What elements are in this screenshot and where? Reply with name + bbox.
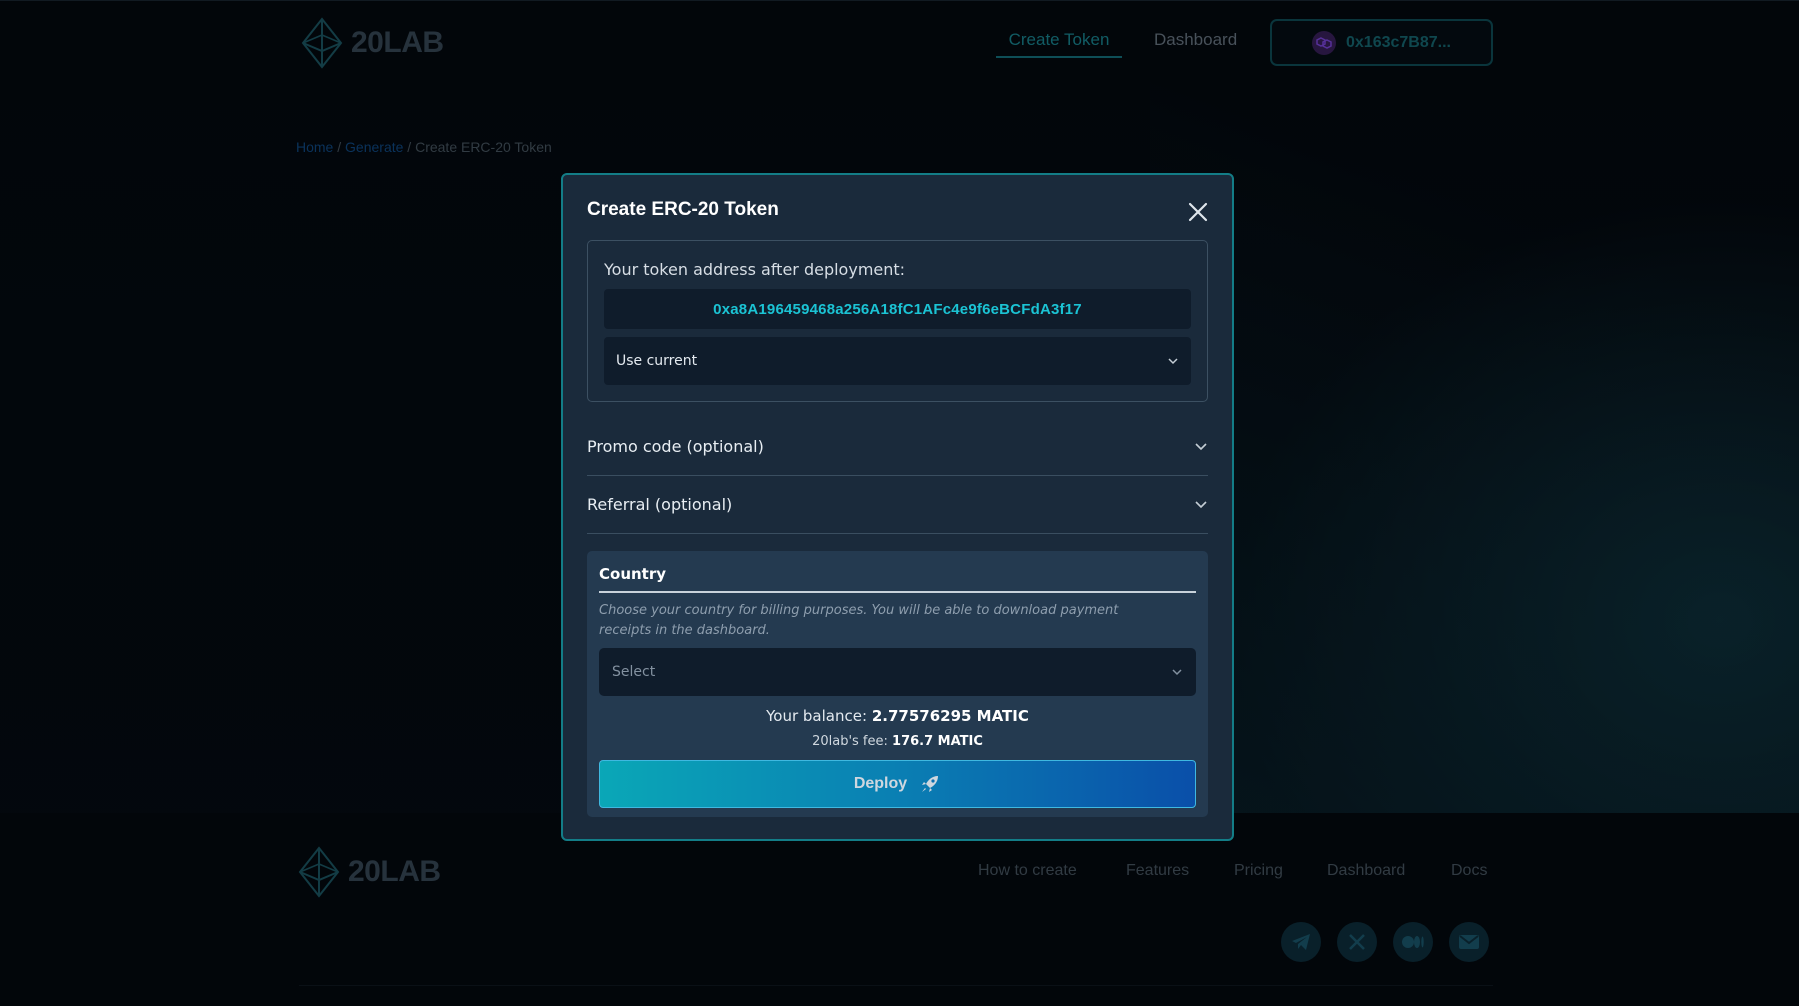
fee-value: 176.7 MATIC [892,734,983,749]
token-address-value: 0xa8A196459468a256A18fC1AFc4e9f6eBCFdA3f… [604,289,1191,329]
rocket-icon [922,776,939,792]
chevron-down-icon [1195,443,1207,451]
country-help-text: Choose your country for billing purposes… [599,603,1119,638]
country-select[interactable]: Select [599,648,1196,696]
country-section: Country Choose your country for billing … [587,551,1208,817]
address-mode-select[interactable]: Use current [604,337,1191,385]
country-title: Country [599,565,667,583]
modal-title: Create ERC-20 Token [587,199,779,220]
token-address-panel: Your token address after deployment: 0xa… [587,240,1208,402]
fee-label: 20lab's fee: [812,734,888,749]
chevron-down-icon [1195,501,1207,509]
referral-accordion[interactable]: Referral (optional) [587,476,1208,534]
chevron-down-icon [1168,358,1178,365]
country-select-placeholder: Select [612,664,656,680]
deploy-button[interactable]: Deploy [599,760,1196,808]
promo-code-accordion[interactable]: Promo code (optional) [587,418,1208,476]
fee-line: 20lab's fee: 176.7 MATIC [587,734,1208,749]
deploy-label: Deploy [853,775,908,792]
balance-value: 2.77576295 MATIC [871,707,1029,725]
referral-label: Referral (optional) [587,495,733,514]
create-token-modal: Create ERC-20 Token Your token address a… [561,173,1234,841]
token-address-label: Your token address after deployment: [604,260,906,279]
country-underline [599,591,1196,593]
page: 20LAB Create Token Dashboard 0x163c7B87.… [0,0,1799,1006]
promo-code-label: Promo code (optional) [587,437,764,456]
balance-line: Your balance: 2.77576295 MATIC [587,707,1208,725]
chevron-down-icon [1172,669,1182,676]
address-mode-value: Use current [616,353,698,369]
balance-label: Your balance: [766,707,868,725]
close-icon[interactable] [1185,199,1211,225]
